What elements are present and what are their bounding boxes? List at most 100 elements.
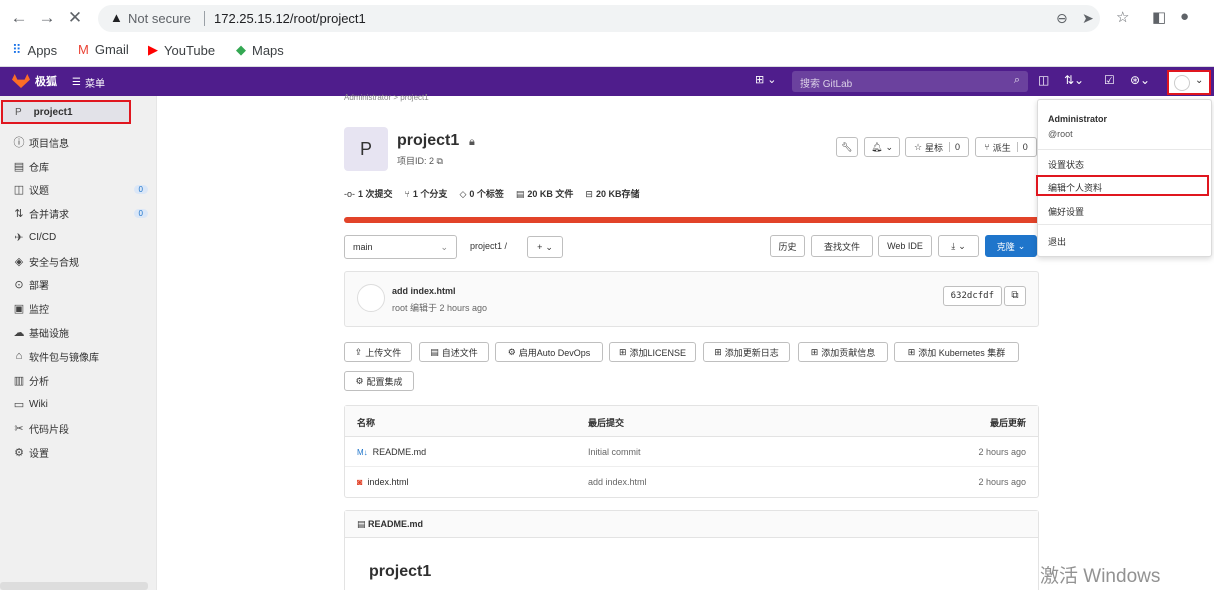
wrench-icon: 🔧︎ (841, 141, 853, 152)
forward-arrow-icon[interactable]: → (36, 7, 58, 29)
fork-button[interactable]: ⑂ 派生 0 (975, 137, 1037, 157)
readme-header: ▤ README.md (345, 511, 1038, 538)
sidebar-item-project-info[interactable]: ⓘ 项目信息 (12, 134, 152, 150)
stop-loading-icon[interactable]: ✕ (64, 7, 86, 29)
files-stat[interactable]: ▤ 20 KB 文件 (516, 187, 574, 200)
commit-title[interactable]: add index.html (392, 286, 456, 296)
sidebar-item-repository[interactable]: ▤ 仓库 (12, 158, 152, 174)
star-button[interactable]: ☆ 星标 0 (905, 137, 969, 157)
new-item-button[interactable]: ⊞ ⌄ (755, 73, 777, 86)
issues-nav-icon[interactable]: ◫ (1038, 73, 1049, 87)
branch-selector[interactable]: main ⌄ (344, 235, 457, 259)
storage-icon: ⊟ (585, 189, 593, 199)
search-input[interactable]: 搜索 GitLab ⌕ (792, 71, 1028, 92)
gmail-icon: M (78, 42, 89, 57)
storage-stat[interactable]: ⊟ 20 KB存储 (585, 187, 639, 200)
add-kubernetes-button[interactable]: ⊞ 添加 Kubernetes 集群 (894, 342, 1019, 362)
sidebar-item-security[interactable]: ◈ 安全与合规 (12, 253, 152, 269)
history-button[interactable]: 历史 (770, 235, 805, 257)
maps-icon: ◆ (236, 42, 246, 57)
sidebar-item-infrastructure[interactable]: ☁ 基础设施 (12, 324, 152, 340)
download-button[interactable]: ⤓ ⌄ (938, 235, 979, 257)
commits-stat[interactable]: -o- 1 次提交 (344, 187, 393, 200)
share-icon[interactable]: ➤ (1082, 10, 1094, 27)
copy-sha-icon[interactable]: ⧉ (1004, 286, 1026, 306)
dropdown-user-name[interactable]: Administrator (1048, 114, 1107, 124)
doc-icon: ▤ (357, 519, 366, 529)
sidebar-item-monitor[interactable]: ▣ 监控 (12, 300, 152, 316)
bookmark-apps[interactable]: ⠿ Apps (12, 42, 57, 58)
user-dropdown-menu: Administrator @root 设置状态 编辑个人资料 偏好设置 退出 (1036, 99, 1212, 257)
help-icon[interactable]: ⊛⌄ (1130, 73, 1150, 87)
lock-icon: 🔒︎ (469, 136, 475, 148)
zoom-icon[interactable]: ⊖ (1056, 10, 1068, 27)
bookmark-star-icon[interactable]: ☆ (1116, 8, 1129, 26)
youtube-icon: ▶ (148, 42, 158, 57)
gear-icon: ⚙ (14, 446, 24, 459)
back-arrow-icon[interactable]: ← (8, 7, 30, 29)
upload-icon: ⇪ (354, 346, 363, 357)
sidebar-item-analytics[interactable]: ▥ 分析 (12, 372, 152, 388)
repo-path[interactable]: project1 / (470, 241, 507, 251)
bookmark-maps[interactable]: ◆ Maps (236, 42, 284, 58)
upload-file-button[interactable]: ⇪ 上传文件 (344, 342, 412, 362)
url-text[interactable]: 172.25.15.12/root/project1 (214, 11, 366, 26)
sidebar-item-packages[interactable]: ⌂ 软件包与镜像库 (12, 348, 152, 364)
fox-logo-icon (12, 74, 30, 88)
add-license-button[interactable]: ⊞ 添加LICENSE (609, 342, 696, 362)
preferences-item[interactable]: 偏好设置 (1048, 205, 1084, 218)
profile-icon[interactable]: ● (1180, 8, 1189, 25)
chevron-down-icon: ⌄ (885, 141, 893, 152)
add-file-dropdown[interactable]: + ⌄ (527, 236, 563, 258)
bookmark-gmail[interactable]: M Gmail (78, 42, 129, 57)
readme-button[interactable]: ▤ 自述文件 (419, 342, 489, 362)
divider (1038, 149, 1211, 150)
admin-wrench-button[interactable]: 🔧︎ (836, 137, 858, 157)
chart-icon: ▥ (13, 374, 25, 387)
main-content: Administrator > project1 P project1 🔒︎ 项… (157, 93, 1194, 590)
deploy-icon: ⊙ (14, 278, 24, 291)
table-row[interactable]: M↓ README.md Initial commit 2 hours ago (345, 437, 1038, 467)
branches-stat[interactable]: ⑂ 1 个分支 (405, 187, 448, 200)
sidebar-item-wiki[interactable]: ▭ Wiki (12, 396, 152, 412)
merge-requests-nav-icon[interactable]: ⇅⌄ (1064, 73, 1084, 87)
find-file-button[interactable]: 查找文件 (811, 235, 873, 257)
copy-icon[interactable]: ⧉ (437, 156, 443, 166)
shield-icon: ◈ (14, 255, 24, 268)
sidebar-item-settings[interactable]: ⚙ 设置 (12, 444, 152, 460)
address-bar[interactable]: ▲ Not secure 172.25.15.12/root/project1 … (98, 5, 1100, 32)
plus-square-icon: ⊞ (714, 346, 722, 357)
edit-profile-item[interactable]: 编辑个人资料 (1048, 181, 1102, 194)
add-contributing-button[interactable]: ⊞ 添加贡献信息 (798, 342, 888, 362)
fork-count: 0 (1016, 142, 1028, 152)
notification-button[interactable]: 🔔︎ ⌄ (864, 137, 900, 157)
auto-devops-button[interactable]: ⚙ 启用Auto DevOps (495, 342, 603, 362)
info-icon: ⓘ (13, 137, 25, 149)
bookmark-youtube[interactable]: ▶ YouTube (148, 42, 215, 58)
sidebar-item-issues[interactable]: ◫ 议题 0 (12, 181, 152, 197)
web-ide-button[interactable]: Web IDE (878, 235, 932, 257)
commit-sha[interactable]: 632dcfdf (942, 286, 1002, 306)
sidebar-item-cicd[interactable]: ✈ CI/CD (12, 229, 152, 245)
sidebar-item-snippets[interactable]: ✂ 代码片段 (12, 420, 152, 436)
user-avatar-button[interactable]: ⌄ (1167, 70, 1211, 95)
breadcrumb[interactable]: Administrator > project1 (344, 93, 429, 102)
sidebar-item-merge-requests[interactable]: ⇅ 合并请求 0 (12, 205, 152, 221)
project-title: project1 (397, 132, 460, 149)
chevron-down-icon: ⌄ (958, 240, 966, 251)
tags-stat[interactable]: ◇ 0 个标签 (459, 187, 503, 200)
side-panel-icon[interactable]: ◧ (1152, 8, 1166, 26)
set-status-item[interactable]: 设置状态 (1048, 158, 1084, 171)
todo-icon[interactable]: ☑ (1104, 73, 1115, 87)
configure-integrations-button[interactable]: ⚙ 配置集成 (344, 371, 414, 391)
gitlab-logo[interactable]: 极狐 (12, 73, 57, 89)
sign-out-item[interactable]: 退出 (1048, 235, 1066, 248)
menu-button[interactable]: ☰ 菜单 (72, 75, 105, 90)
add-changelog-button[interactable]: ⊞ 添加更新日志 (703, 342, 790, 362)
sidebar-project-link[interactable]: P project1 (1, 100, 131, 124)
chevron-down-icon: ⌄ (1195, 75, 1204, 86)
search-icon: ⌕ (1013, 74, 1020, 86)
table-row[interactable]: ◙ index.html add index.html 2 hours ago (345, 467, 1038, 497)
sidebar-item-deployments[interactable]: ⊙ 部署 (12, 276, 152, 292)
clone-button[interactable]: 克隆 ⌄ (985, 235, 1037, 257)
